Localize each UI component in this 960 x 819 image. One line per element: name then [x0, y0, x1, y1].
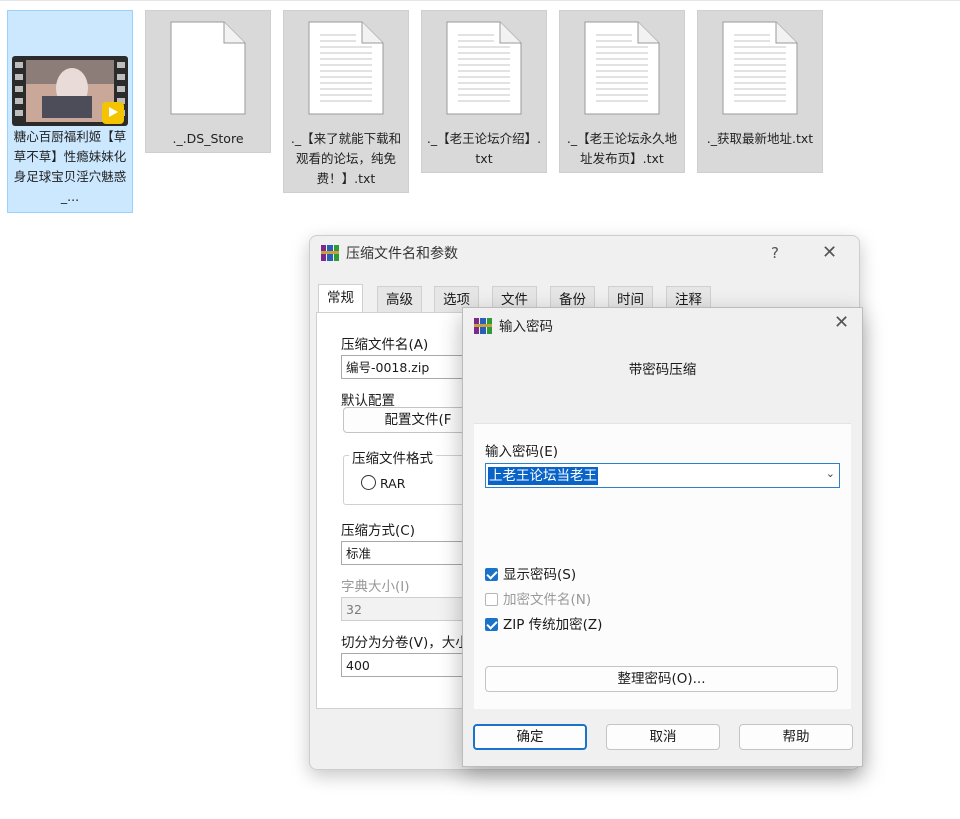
file-tile-ds-store[interactable]: ._.DS_Store [145, 10, 271, 153]
compression-method-label: 压缩方式(C) [341, 523, 415, 539]
password-value: 上老王论坛当老王 [488, 467, 598, 485]
cancel-button[interactable]: 取消 [606, 724, 720, 750]
chevron-down-icon[interactable]: ⌄ [826, 467, 835, 480]
password-input[interactable]: 上老王论坛当老王 ⌄ [485, 463, 840, 488]
tab-advanced[interactable]: 高级 [377, 286, 422, 312]
file-name: ._【来了就能下载和观看的论坛，纯免费！】.txt [290, 131, 402, 186]
encrypt-filenames-checkbox[interactable]: 加密文件名(N) [485, 588, 591, 608]
checkbox-checked-icon [485, 618, 498, 631]
text-file-icon [722, 21, 798, 115]
dialog-title: 输入密码 [499, 319, 553, 335]
ok-button[interactable]: 确定 [473, 724, 587, 750]
help-icon[interactable]: ? [771, 244, 779, 262]
video-thumbnail-icon [12, 56, 128, 126]
dialog-title: 压缩文件名和参数 [346, 246, 458, 262]
winrar-icon [474, 318, 492, 334]
file-tile-txt[interactable]: ._【来了就能下载和观看的论坛，纯免费！】.txt [283, 10, 409, 193]
checkbox-unchecked-icon [485, 593, 498, 606]
winrar-icon [321, 245, 339, 261]
password-label: 输入密码(E) [485, 444, 559, 460]
help-button[interactable]: 帮助 [739, 724, 853, 750]
file-tile-video[interactable]: 糖心百厨福利姬【草草不草】性瘾妹妹化身足球宝贝淫穴魅惑_... [7, 10, 133, 213]
file-name: ._【老王论坛介绍】.txt [426, 131, 542, 166]
show-password-checkbox[interactable]: 显示密码(S) [485, 563, 576, 583]
organize-passwords-button[interactable]: 整理密码(O)... [485, 666, 838, 692]
text-file-icon [446, 21, 522, 115]
zip-legacy-encryption-checkbox[interactable]: ZIP 传统加密(Z) [485, 613, 602, 633]
file-name: 糖心百厨福利姬【草草不草】性瘾妹妹化身足球宝贝淫穴魅惑_... [13, 129, 127, 204]
dictionary-size-label: 字典大小(I) [341, 579, 410, 595]
show-password-label: 显示密码(S) [503, 567, 577, 583]
radio-icon [361, 475, 376, 490]
checkbox-checked-icon [485, 568, 498, 581]
close-icon[interactable]: ✕ [834, 312, 849, 333]
encrypt-filenames-label: 加密文件名(N) [503, 592, 592, 608]
text-file-icon [584, 21, 660, 115]
close-icon[interactable]: ✕ [822, 242, 837, 263]
archive-format-label: 压缩文件格式 [349, 447, 436, 467]
file-name: ._.DS_Store [172, 131, 244, 146]
archive-name-label: 压缩文件名(A) [341, 337, 429, 353]
default-profile-label: 默认配置 [341, 393, 395, 409]
blank-file-icon [170, 21, 246, 115]
file-name: ._获取最新地址.txt [706, 131, 814, 146]
dialog-heading: 带密码压缩 [628, 362, 697, 378]
format-rar-label: RAR [380, 476, 406, 491]
split-volumes-label: 切分为分卷(V)，大小 [341, 635, 467, 651]
enter-password-dialog: 输入密码 ✕ 带密码压缩 输入密码(E) 上老王论坛当老王 ⌄ 显示密码(S) … [462, 307, 863, 767]
file-tile-txt[interactable]: ._【老王论坛永久地址发布页】.txt [559, 10, 685, 173]
text-file-icon [308, 21, 384, 115]
tab-general[interactable]: 常规 [318, 284, 363, 313]
file-tile-txt[interactable]: ._获取最新地址.txt [697, 10, 823, 173]
format-rar-radio[interactable]: RAR [361, 475, 405, 491]
zip-legacy-encryption-label: ZIP 传统加密(Z) [503, 617, 603, 633]
file-name: ._【老王论坛永久地址发布页】.txt [566, 131, 678, 166]
file-tile-txt[interactable]: ._【老王论坛介绍】.txt [421, 10, 547, 173]
